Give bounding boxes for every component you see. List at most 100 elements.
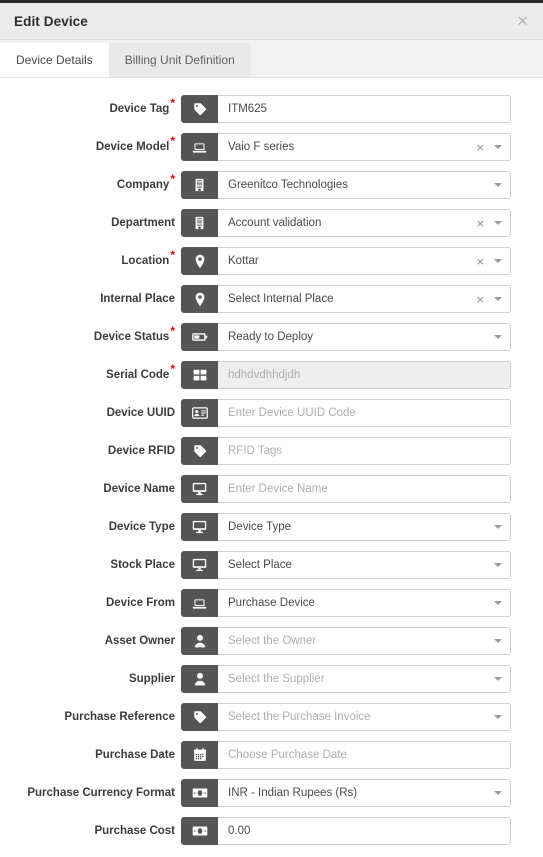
input-value-device-tag: ITM625 [228,103,267,115]
input-device-model[interactable]: Vaio F series × [218,133,511,161]
label-text: Device Type [108,520,175,533]
input-device-status[interactable]: Ready to Deploy [218,323,511,351]
laptop-icon [181,133,218,161]
input-asset-owner[interactable]: Select the Owner [218,627,511,655]
label-serial-code: Serial Code* [0,363,181,382]
input-value-device-name: Enter Device Name [228,483,328,495]
form-row-company: Company* Greenitco Technologies [0,166,511,204]
input-value-department: Account validation [228,217,322,229]
control-device-name[interactable]: Enter Device Name [181,475,511,503]
control-stock-place[interactable]: Select Place [181,551,511,579]
chevron-down-icon[interactable] [494,677,502,681]
control-device-uuid[interactable]: Enter Device UUID Code [181,399,511,427]
label-supplier: Supplier [0,673,181,686]
control-purchase-reference[interactable]: Select the Purchase Invoice [181,703,511,731]
map-marker-icon [181,285,218,313]
input-serial-code: hdhdvdhhdjdh [218,361,511,389]
label-internal-place: Internal Place [0,293,181,306]
label-text: Purchase Cost [94,824,175,837]
control-device-model[interactable]: Vaio F series × [181,133,511,161]
chevron-down-icon[interactable] [494,297,502,301]
chevron-down-icon[interactable] [494,145,502,149]
input-stock-place[interactable]: Select Place [218,551,511,579]
input-device-rfid[interactable]: RFID Tags [218,437,511,465]
chevron-down-icon[interactable] [494,525,502,529]
label-text: Location [121,254,170,267]
adornments-supplier [494,677,502,681]
input-device-name[interactable]: Enter Device Name [218,475,511,503]
control-asset-owner[interactable]: Select the Owner [181,627,511,655]
chevron-down-icon[interactable] [494,791,502,795]
id-card-icon [181,399,218,427]
clear-icon[interactable]: × [476,142,485,153]
control-device-tag[interactable]: ITM625 [181,95,511,123]
input-company[interactable]: Greenitco Technologies [218,171,511,199]
money-icon [181,817,218,845]
form-row-device-type: Device Type Device Type [0,508,511,546]
form-row-stock-place: Stock Place Select Place [0,546,511,584]
input-purchase-cost[interactable]: 0.00 [218,817,511,845]
clear-icon[interactable]: × [476,218,485,229]
input-value-device-uuid: Enter Device UUID Code [228,407,356,419]
input-internal-place[interactable]: Select Internal Place × [218,285,511,313]
chevron-down-icon[interactable] [494,183,502,187]
input-device-type[interactable]: Device Type [218,513,511,541]
form-row-device-rfid: Device RFID RFID Tags [0,432,511,470]
chevron-down-icon[interactable] [494,259,502,263]
chevron-down-icon[interactable] [494,221,502,225]
form-row-internal-place: Internal Place Select Internal Place × [0,280,511,318]
control-purchase-cost[interactable]: 0.00 [181,817,511,845]
input-value-asset-owner: Select the Owner [228,635,317,647]
grid-icon [181,361,218,389]
label-location: Location* [0,249,181,268]
user-icon [181,627,218,655]
edit-device-modal: Edit Device × Device Details Billing Uni… [0,0,543,857]
form-row-location: Location* Kottar × [0,242,511,280]
control-device-status[interactable]: Ready to Deploy [181,323,511,351]
control-department[interactable]: Account validation × [181,209,511,237]
input-location[interactable]: Kottar × [218,247,511,275]
tab-device-details[interactable]: Device Details [0,43,109,77]
input-device-tag[interactable]: ITM625 [218,95,511,123]
control-purchase-date[interactable]: Choose Purchase Date [181,741,511,769]
control-serial-code[interactable]: hdhdvdhhdjdh [181,361,511,389]
control-device-rfid[interactable]: RFID Tags [181,437,511,465]
label-text: Device RFID [107,444,175,457]
money-icon [181,779,218,807]
input-value-serial-code: hdhdvdhhdjdh [228,369,301,381]
control-location[interactable]: Kottar × [181,247,511,275]
form-row-purchase-cost: Purchase Cost 0.00 [0,812,511,850]
chevron-down-icon[interactable] [494,715,502,719]
input-department[interactable]: Account validation × [218,209,511,237]
building-icon [181,171,218,199]
chevron-down-icon[interactable] [494,335,502,339]
close-icon[interactable]: × [513,12,532,31]
clear-icon[interactable]: × [476,256,485,267]
chevron-down-icon[interactable] [494,639,502,643]
input-purchase-reference[interactable]: Select the Purchase Invoice [218,703,511,731]
adornments-department: × [476,218,502,229]
desktop-icon [181,513,218,541]
input-purchase-currency-format[interactable]: INR - Indian Rupees (Rs) [218,779,511,807]
control-supplier[interactable]: Select the Supplier [181,665,511,693]
label-text: Device Tag [109,102,170,115]
control-purchase-currency-format[interactable]: INR - Indian Rupees (Rs) [181,779,511,807]
label-text: Device Model [95,140,170,153]
required-indicator: * [170,95,175,110]
tab-billing-unit-definition[interactable]: Billing Unit Definition [108,43,251,77]
control-internal-place[interactable]: Select Internal Place × [181,285,511,313]
control-device-type[interactable]: Device Type [181,513,511,541]
control-company[interactable]: Greenitco Technologies [181,171,511,199]
clear-icon[interactable]: × [476,294,485,305]
input-supplier[interactable]: Select the Supplier [218,665,511,693]
input-value-purchase-date: Choose Purchase Date [228,749,347,761]
chevron-down-icon[interactable] [494,563,502,567]
input-device-from[interactable]: Purchase Device [218,589,511,617]
label-device-model: Device Model* [0,135,181,154]
map-marker-icon [181,247,218,275]
adornments-stock-place [494,563,502,567]
input-device-uuid[interactable]: Enter Device UUID Code [218,399,511,427]
chevron-down-icon[interactable] [494,601,502,605]
input-purchase-date[interactable]: Choose Purchase Date [218,741,511,769]
control-device-from[interactable]: Purchase Device [181,589,511,617]
